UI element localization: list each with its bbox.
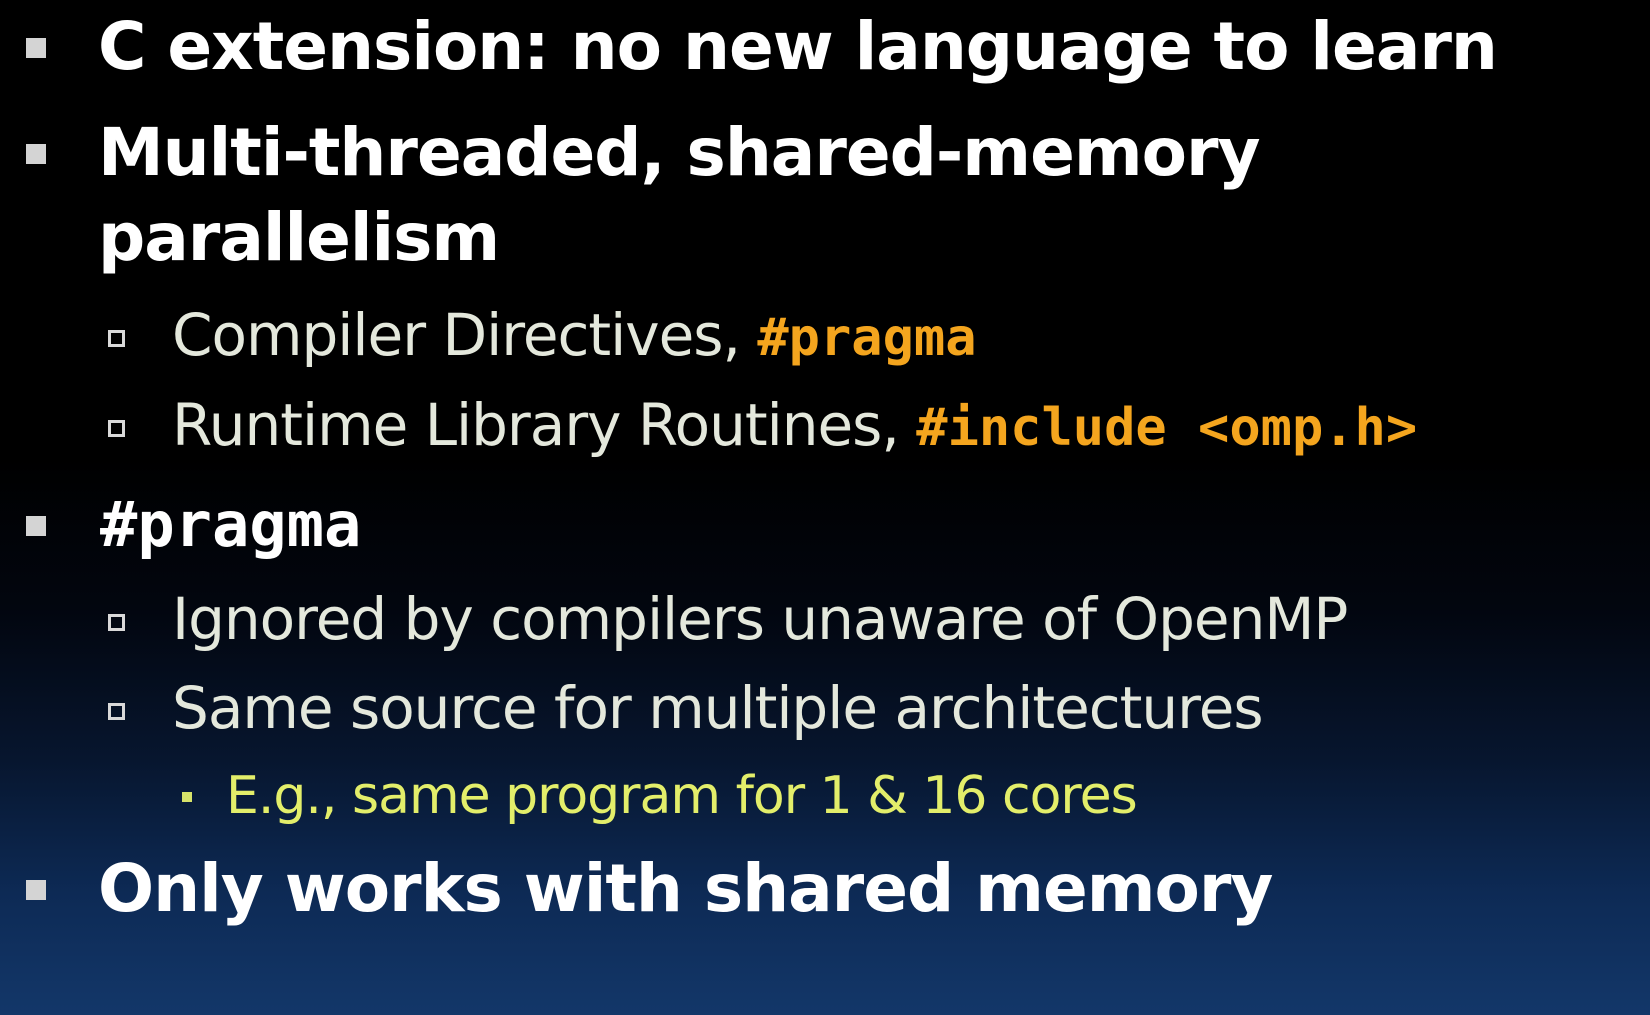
- bullet-pragma-heading: #pragma: [100, 488, 362, 561]
- bullet-only-shared-memory: Only works with shared memory: [98, 850, 1273, 927]
- bullet-square-icon: [26, 144, 46, 164]
- sub-sub-bullet-example-cores: E.g., same program for 1 & 16 cores: [226, 766, 1138, 826]
- bullet-c-extension: C extension: no new language to learn: [98, 8, 1498, 85]
- sub-bullet-compiler-directives: Compiler Directives, #pragma: [172, 306, 977, 364]
- runtime-library-code: #include <omp.h>: [916, 398, 1418, 458]
- bullet-square-icon: [26, 880, 46, 900]
- compiler-directives-text: Compiler Directives,: [172, 301, 758, 369]
- bullet-square-icon: [26, 38, 46, 58]
- sub-bullet-runtime-library: Runtime Library Routines, #include <omp.…: [172, 396, 1417, 454]
- sub-sub-bullet-icon: [182, 792, 192, 802]
- sub-bullet-icon: [108, 614, 125, 631]
- sub-bullet-ignored-by-compilers: Ignored by compilers unaware of OpenMP: [172, 585, 1348, 653]
- sub-bullet-same-source: Same source for multiple architectures: [172, 674, 1264, 742]
- bullet-multithreaded-line1: Multi-threaded, shared-memory: [98, 114, 1261, 191]
- compiler-directives-code: #pragma: [757, 308, 977, 368]
- runtime-library-text: Runtime Library Routines,: [172, 391, 917, 459]
- bullet-multithreaded-line2: parallelism: [98, 199, 500, 276]
- bullet-square-icon: [26, 516, 46, 536]
- sub-bullet-icon: [108, 330, 125, 347]
- sub-bullet-icon: [108, 420, 125, 437]
- sub-bullet-icon: [108, 703, 125, 720]
- slide: C extension: no new language to learn Mu…: [0, 0, 1650, 1015]
